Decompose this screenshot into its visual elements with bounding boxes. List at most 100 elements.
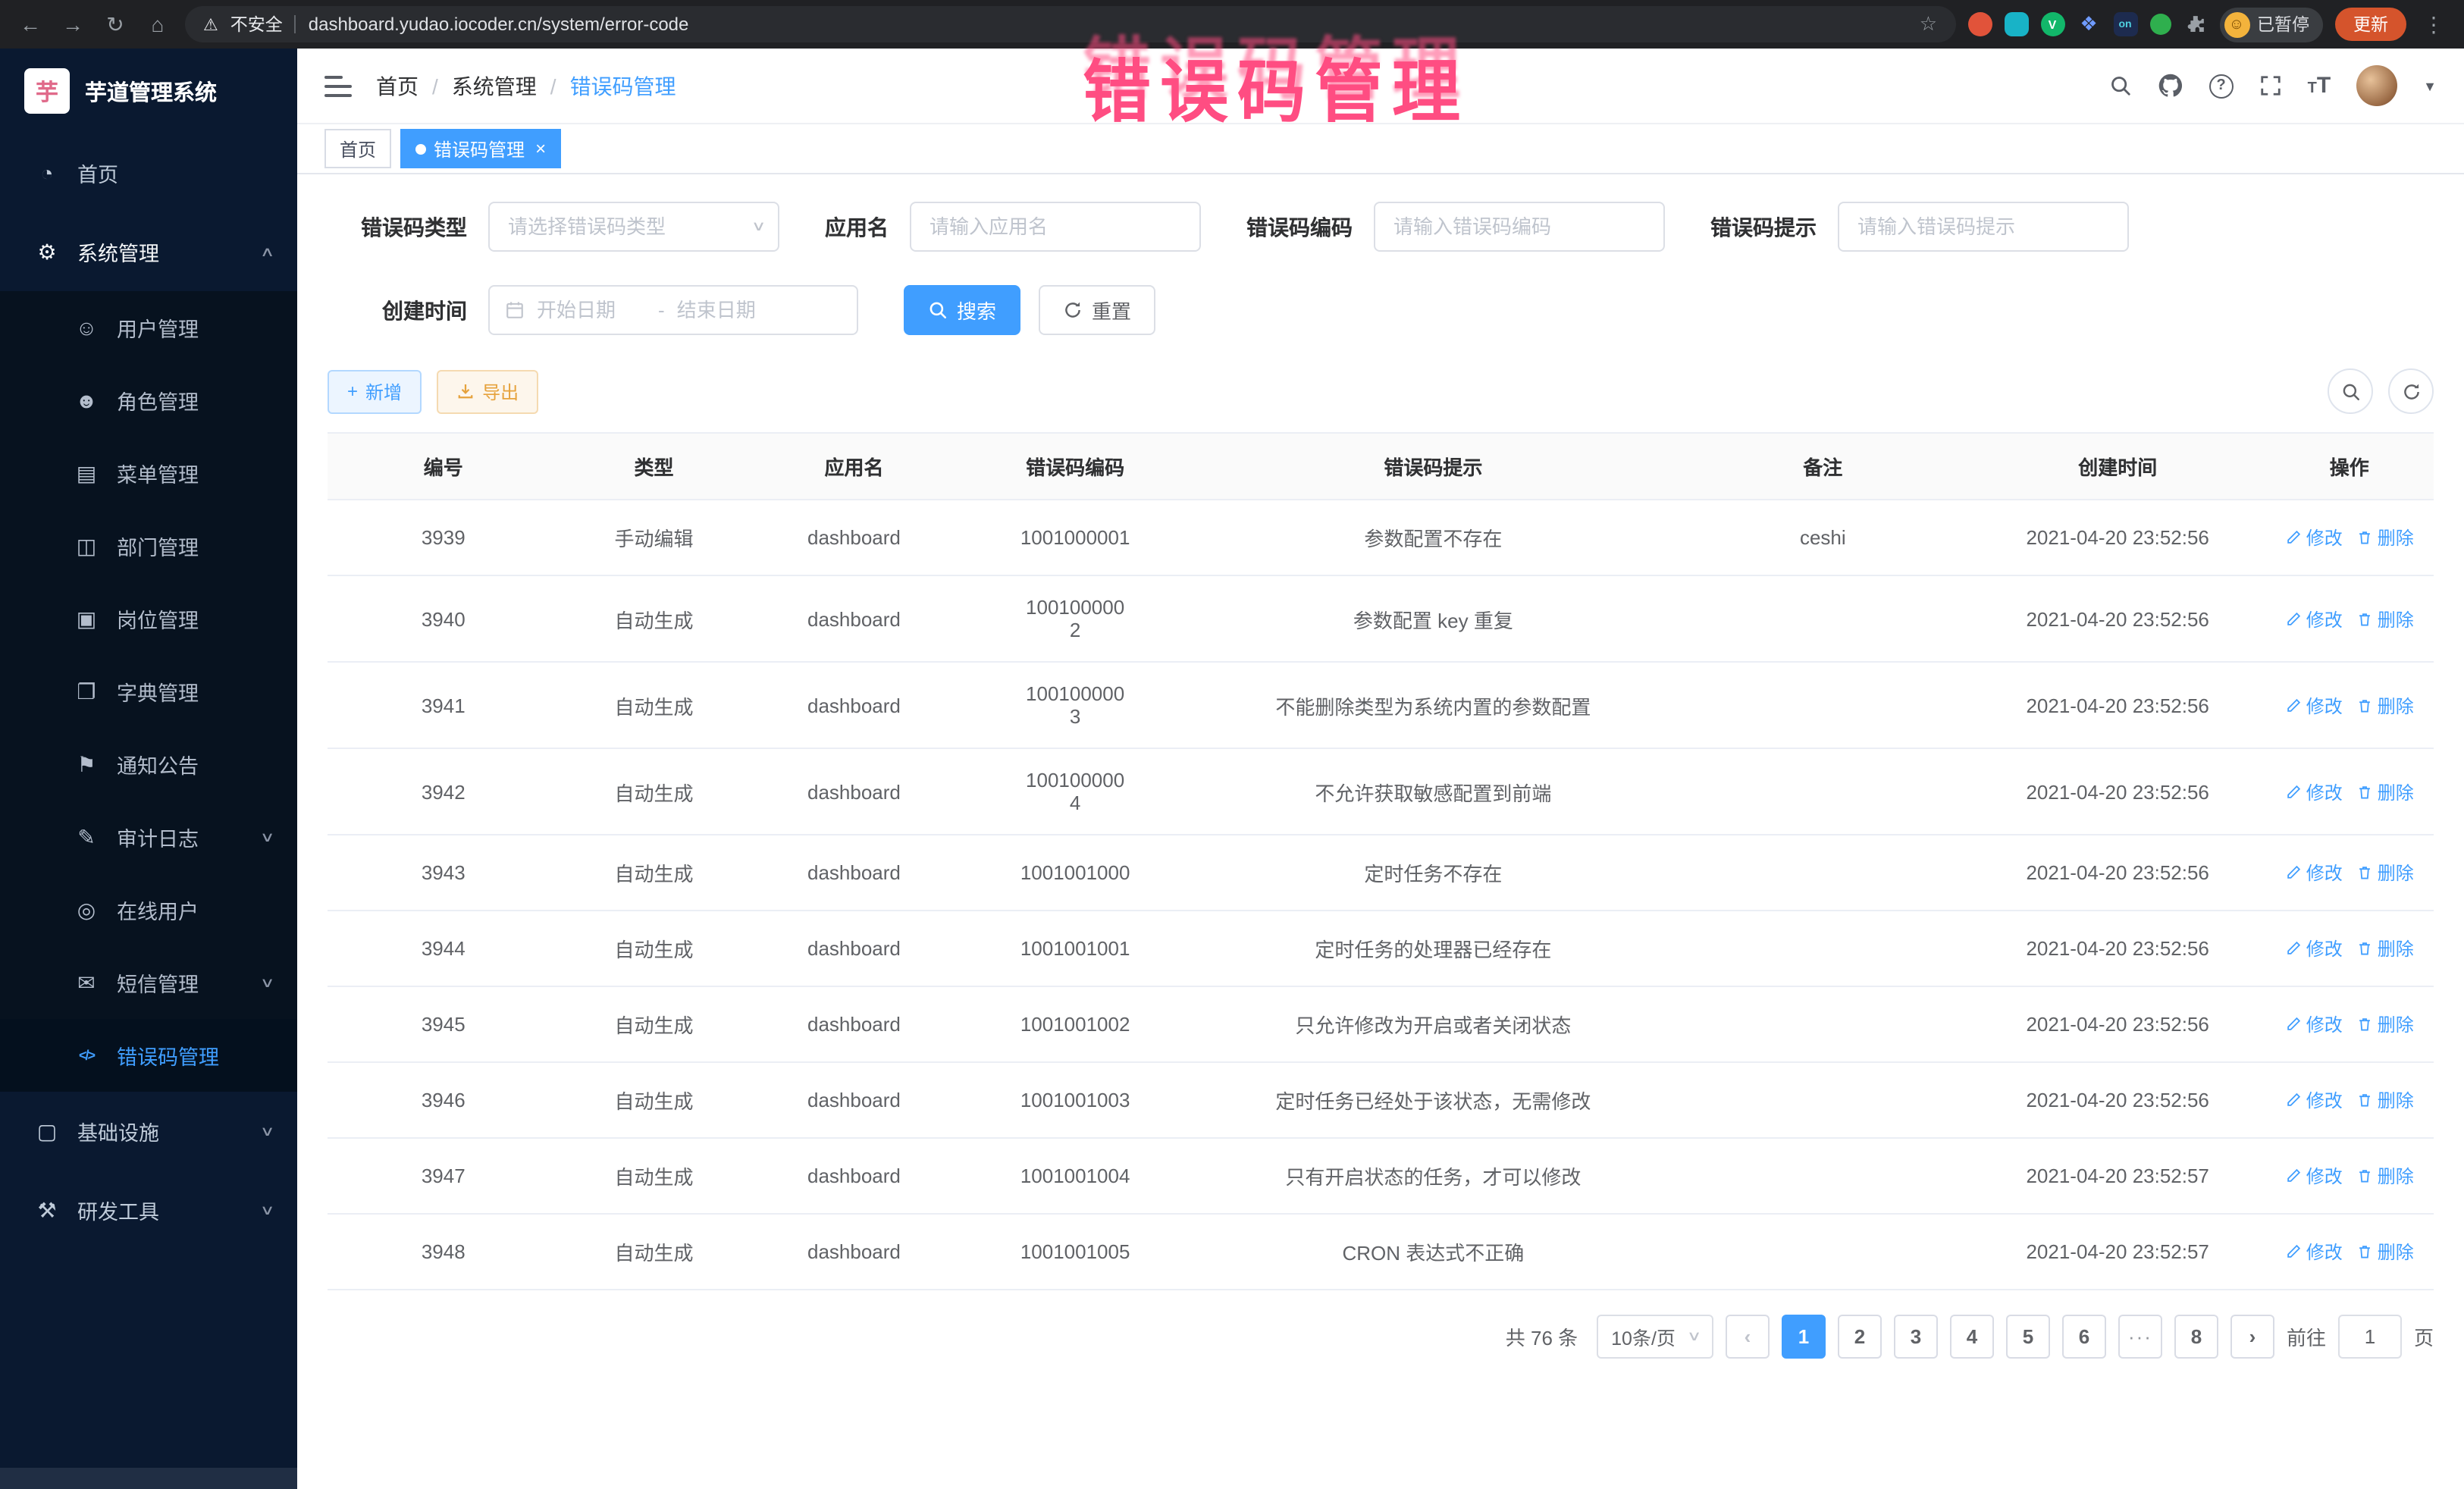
prev-page-button[interactable]: ‹ bbox=[1726, 1315, 1770, 1359]
app-name-input[interactable] bbox=[910, 202, 1201, 252]
edit-link[interactable]: 修改 bbox=[2285, 860, 2343, 886]
edit-link[interactable]: 修改 bbox=[2285, 606, 2343, 632]
edit-link[interactable]: 修改 bbox=[2285, 1239, 2343, 1265]
add-button[interactable]: + 新增 bbox=[328, 369, 422, 413]
forward-icon[interactable]: → bbox=[58, 12, 88, 36]
breadcrumb-system[interactable]: 系统管理 bbox=[452, 71, 537, 101]
edit-link[interactable]: 修改 bbox=[2285, 1011, 2343, 1037]
sidebar-item-devtools[interactable]: ⚒研发工具∨ bbox=[0, 1171, 297, 1249]
delete-link[interactable]: 删除 bbox=[2356, 1239, 2414, 1265]
address-bar[interactable]: ⚠ 不安全 dashboard.yudao.iocoder.cn/system/… bbox=[185, 6, 1955, 42]
edit-link[interactable]: 修改 bbox=[2285, 525, 2343, 550]
delete-link[interactable]: 删除 bbox=[2356, 1011, 2414, 1037]
delete-link[interactable]: 删除 bbox=[2356, 860, 2414, 886]
help-icon[interactable]: ? bbox=[2209, 74, 2234, 98]
sidebar-item-menu[interactable]: ▤菜单管理 bbox=[0, 437, 297, 509]
sidebar-item-infra[interactable]: ▢基础设施∨ bbox=[0, 1092, 297, 1171]
fullscreen-icon[interactable] bbox=[2259, 74, 2282, 97]
refresh-table-icon[interactable] bbox=[2388, 368, 2434, 414]
page-button[interactable]: 8 bbox=[2174, 1315, 2218, 1359]
date-range-picker[interactable]: - bbox=[488, 285, 858, 335]
search-icon[interactable] bbox=[2109, 74, 2132, 97]
app-logo[interactable]: 芋 芋道管理系统 bbox=[0, 49, 297, 133]
page-button[interactable]: 4 bbox=[1950, 1315, 1994, 1359]
tab-error-code[interactable]: 错误码管理 × bbox=[400, 129, 561, 168]
error-type-select[interactable] bbox=[488, 202, 779, 252]
toggle-search-icon[interactable] bbox=[2328, 368, 2373, 414]
page-ellipsis[interactable]: ··· bbox=[2118, 1315, 2162, 1359]
sidebar-collapse-bar[interactable] bbox=[0, 1468, 297, 1489]
error-code-icon: </> bbox=[70, 1048, 103, 1063]
error-code-input[interactable] bbox=[1374, 202, 1665, 252]
breadcrumb-home[interactable]: 首页 bbox=[376, 71, 419, 101]
sidebar-item-online[interactable]: ◎在线用户 bbox=[0, 873, 297, 946]
profile-chip[interactable]: ☺ 已暂停 bbox=[2219, 7, 2323, 42]
sidebar-item-sms[interactable]: ✉短信管理∨ bbox=[0, 946, 297, 1019]
next-page-button[interactable]: › bbox=[2230, 1315, 2274, 1359]
extension-teal-icon[interactable] bbox=[2004, 12, 2028, 36]
cell-message: 定时任务已经处于该状态，无需修改 bbox=[1191, 1066, 1676, 1134]
security-warning-icon[interactable]: ⚠ bbox=[203, 14, 218, 34]
search-button[interactable]: 搜索 bbox=[904, 285, 1020, 335]
start-date-input[interactable] bbox=[537, 299, 646, 321]
sidebar-item-error-code[interactable]: </>错误码管理 bbox=[0, 1019, 297, 1092]
edit-link[interactable]: 修改 bbox=[2285, 779, 2343, 804]
extension-on-icon[interactable]: on bbox=[2113, 12, 2137, 36]
delete-link[interactable]: 删除 bbox=[2356, 525, 2414, 550]
sidebar-item-home[interactable]: ◔首页 bbox=[0, 133, 297, 212]
end-date-input[interactable] bbox=[677, 299, 786, 321]
back-icon[interactable]: ← bbox=[15, 12, 45, 36]
goto-page-input[interactable] bbox=[2338, 1315, 2402, 1359]
chrome-menu-icon[interactable]: ⋮ bbox=[2419, 11, 2449, 37]
sidebar-item-notice[interactable]: ⚑通知公告 bbox=[0, 728, 297, 801]
bookmark-star-icon[interactable]: ☆ bbox=[1920, 12, 1937, 36]
reload-icon[interactable]: ↻ bbox=[100, 11, 130, 37]
extension-red-icon[interactable] bbox=[1967, 12, 1992, 36]
avatar-caret-icon[interactable]: ▼ bbox=[2423, 78, 2437, 93]
delete-link[interactable]: 删除 bbox=[2356, 1087, 2414, 1113]
close-tab-icon[interactable]: × bbox=[535, 138, 546, 159]
sidebar-item-user[interactable]: ☺用户管理 bbox=[0, 291, 297, 364]
sidebar-item-dict[interactable]: ❐字典管理 bbox=[0, 655, 297, 728]
error-message-input[interactable] bbox=[1838, 202, 2129, 252]
vue-devtools-icon[interactable]: V bbox=[2040, 12, 2064, 36]
user-avatar[interactable] bbox=[2356, 65, 2397, 106]
update-button[interactable]: 更新 bbox=[2335, 8, 2406, 41]
cell-id: 3944 bbox=[328, 917, 560, 980]
cell-message: 不能删除类型为系统内置的参数配置 bbox=[1191, 671, 1676, 739]
page-button[interactable]: 3 bbox=[1894, 1315, 1938, 1359]
table-row: 3945自动生成dashboard1001001002只允许修改为开启或者关闭状… bbox=[328, 987, 2434, 1063]
export-button[interactable]: 导出 bbox=[437, 369, 538, 413]
edit-link[interactable]: 修改 bbox=[2285, 936, 2343, 961]
sidebar-item-dept[interactable]: ◫部门管理 bbox=[0, 509, 297, 582]
sidebar-item-role[interactable]: ☻角色管理 bbox=[0, 364, 297, 437]
breadcrumb-separator: / bbox=[432, 74, 438, 98]
hamburger-icon[interactable] bbox=[324, 75, 352, 96]
browser-home-icon[interactable]: ⌂ bbox=[143, 12, 173, 36]
delete-link[interactable]: 删除 bbox=[2356, 779, 2414, 804]
edit-link[interactable]: 修改 bbox=[2285, 1163, 2343, 1189]
github-icon[interactable] bbox=[2158, 73, 2183, 99]
extension-grid-icon[interactable]: ❖ bbox=[2077, 12, 2101, 36]
delete-link[interactable]: 删除 bbox=[2356, 936, 2414, 961]
delete-link[interactable]: 删除 bbox=[2356, 1163, 2414, 1189]
edit-link[interactable]: 修改 bbox=[2285, 1087, 2343, 1113]
page-button[interactable]: 6 bbox=[2062, 1315, 2106, 1359]
cell-created: 2021-04-20 23:52:56 bbox=[1970, 674, 2265, 736]
extension-green-icon[interactable] bbox=[2149, 14, 2171, 35]
page-button[interactable]: 5 bbox=[2006, 1315, 2050, 1359]
tab-home[interactable]: 首页 bbox=[324, 129, 391, 168]
delete-link[interactable]: 删除 bbox=[2356, 692, 2414, 718]
edit-link[interactable]: 修改 bbox=[2285, 692, 2343, 718]
page-button[interactable]: 1 bbox=[1782, 1315, 1826, 1359]
page-size-select[interactable]: 10条/页 ∨ bbox=[1596, 1315, 1713, 1359]
page-button[interactable]: 2 bbox=[1838, 1315, 1882, 1359]
delete-link[interactable]: 删除 bbox=[2356, 606, 2414, 632]
puzzle-icon[interactable] bbox=[2183, 12, 2207, 36]
sidebar-item-post[interactable]: ▣岗位管理 bbox=[0, 582, 297, 655]
font-size-icon[interactable]: TT bbox=[2308, 73, 2331, 99]
sidebar-item-audit[interactable]: ✎审计日志∨ bbox=[0, 801, 297, 873]
sidebar-item-system[interactable]: ⚙系统管理∧ bbox=[0, 212, 297, 291]
sidebar-item-label: 通知公告 bbox=[117, 749, 273, 779]
reset-button[interactable]: 重置 bbox=[1039, 285, 1155, 335]
